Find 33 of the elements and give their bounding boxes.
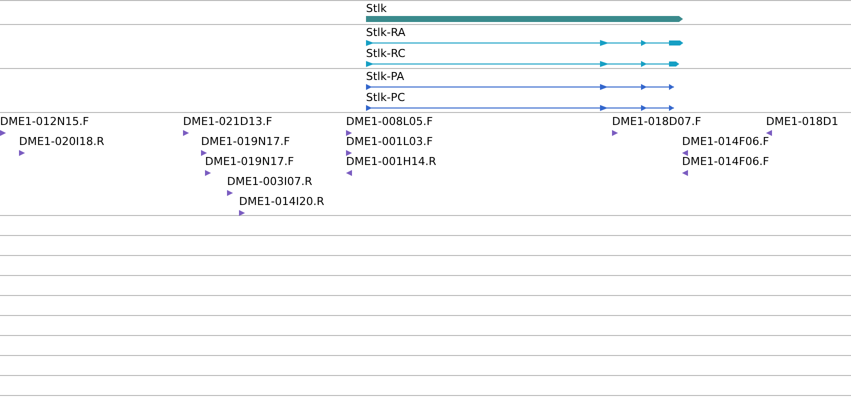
triangle-icon xyxy=(227,190,233,196)
triangle-icon xyxy=(239,210,245,216)
triangle-icon xyxy=(19,150,25,156)
clone-label: DME1-001L03.F xyxy=(346,135,433,148)
triangle-icon xyxy=(682,170,688,176)
clone-label: DME1-001H14.R xyxy=(346,155,436,168)
triangle-icon xyxy=(766,130,772,136)
triangle-icon xyxy=(201,150,207,156)
transcript-label: Stlk-RC xyxy=(366,47,406,60)
transcript-label: Stlk-RA xyxy=(366,26,406,39)
gene-label: Stlk xyxy=(366,2,387,15)
clone-label: DME1-018D07.F xyxy=(612,115,702,128)
clone-label: DME1-019N17.F xyxy=(205,155,294,168)
clone-label: DME1-020I18.R xyxy=(19,135,104,148)
clone-label: DME1-018D1 xyxy=(766,115,838,128)
triangle-icon xyxy=(346,170,352,176)
clone-label: DME1-019N17.F xyxy=(201,135,290,148)
protein-label: Stlk-PC xyxy=(366,91,406,104)
clone-label: DME1-014F06.F xyxy=(682,155,770,168)
triangle-icon xyxy=(682,150,688,156)
clone-label: DME1-014I20.R xyxy=(239,195,324,208)
triangle-icon xyxy=(0,130,6,136)
triangle-icon xyxy=(183,130,189,136)
clone-label: DME1-021D13.F xyxy=(183,115,272,128)
triangle-icon xyxy=(205,170,211,176)
protein-label: Stlk-PA xyxy=(366,70,404,83)
triangle-icon xyxy=(612,130,618,136)
triangle-icon xyxy=(346,150,352,156)
clone-label: DME1-003I07.R xyxy=(227,175,312,188)
clone-label: DME1-014F06.F xyxy=(682,135,770,148)
clone-label: DME1-008L05.F xyxy=(346,115,433,128)
triangle-icon xyxy=(346,130,352,136)
clone-label: DME1-012N15.F xyxy=(0,115,89,128)
